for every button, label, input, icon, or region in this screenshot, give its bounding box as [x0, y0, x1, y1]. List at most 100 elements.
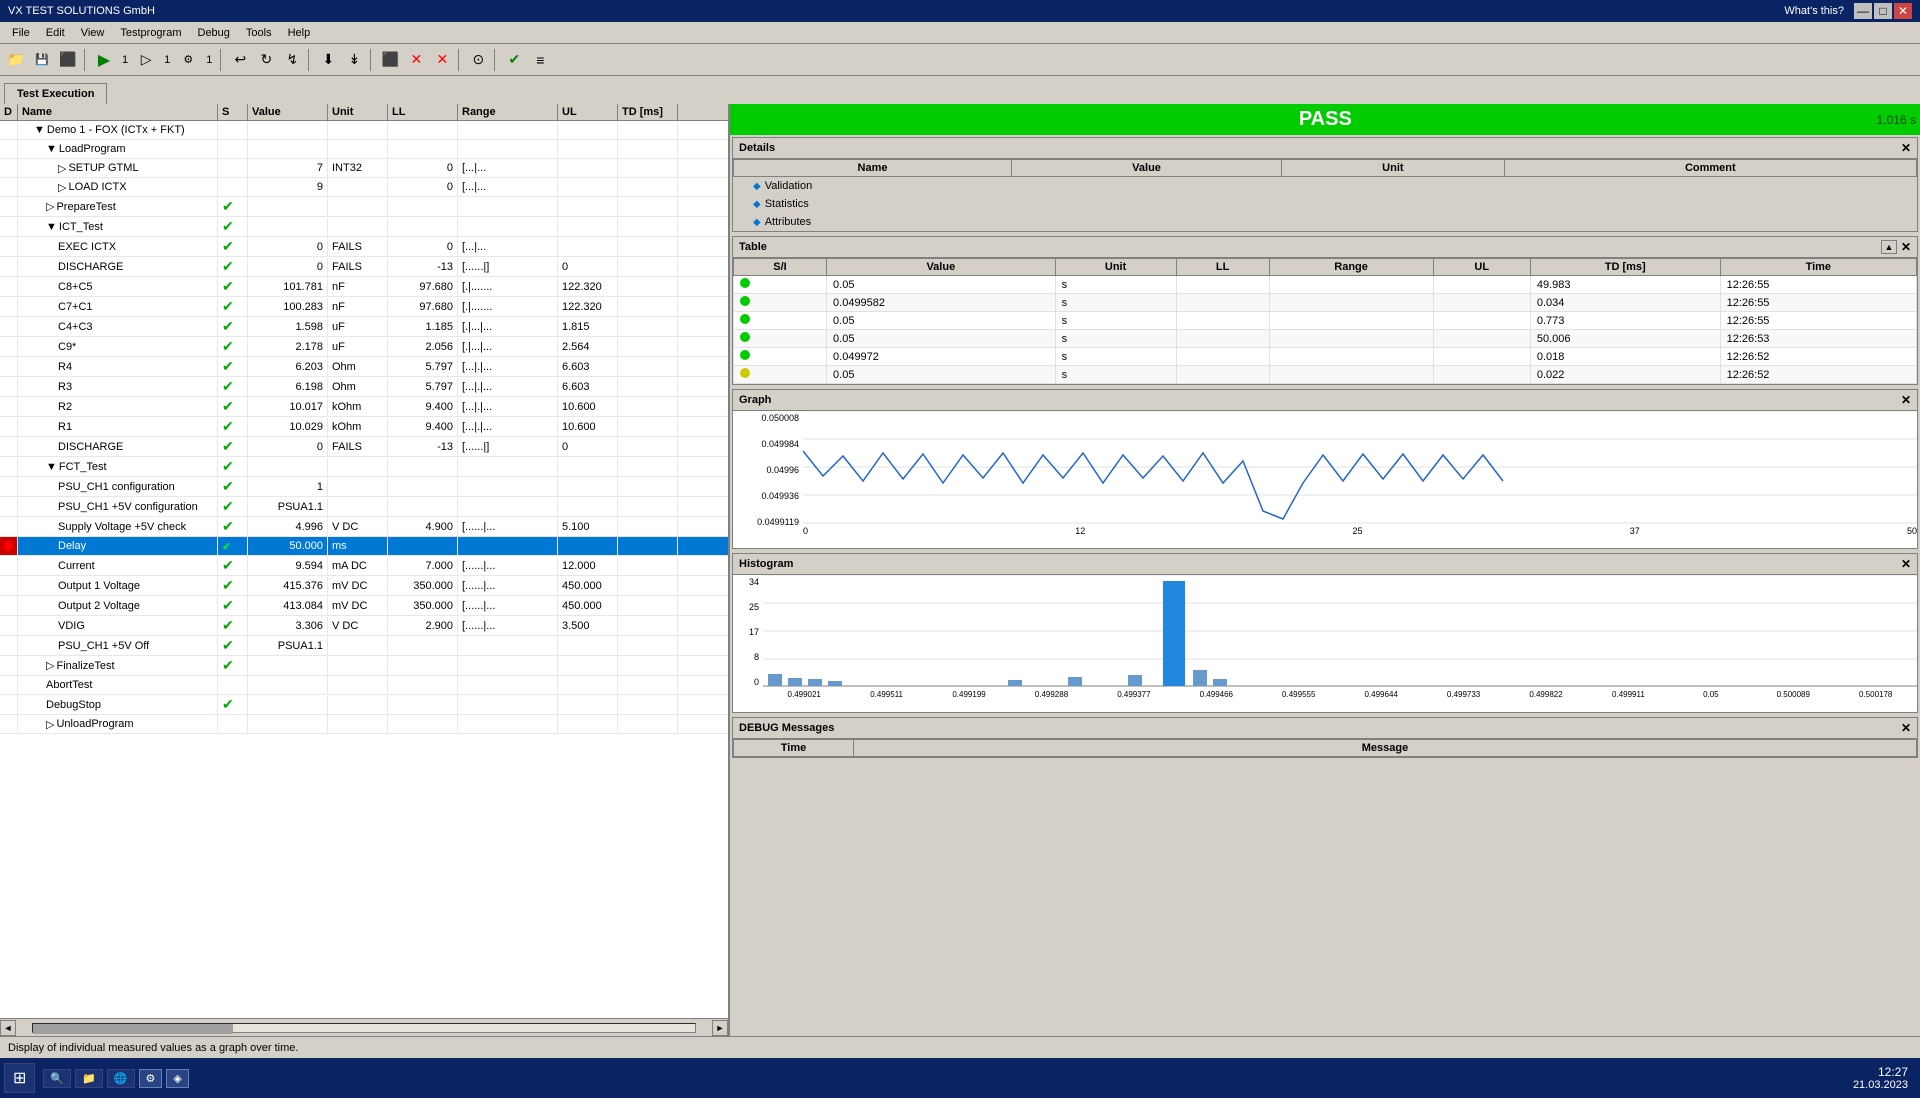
tb-undo-button[interactable]: ↩: [228, 48, 252, 72]
tb-reset-button[interactable]: ↯: [280, 48, 304, 72]
taskbar-chrome[interactable]: 🌐: [107, 1069, 135, 1088]
table-row[interactable]: DebugStop ✔: [0, 695, 728, 715]
tb-redo-button[interactable]: ↻: [254, 48, 278, 72]
table-row[interactable]: C7+C1 ✔ 100.283 nF 97.680 [.|....... 122…: [0, 297, 728, 317]
table-row[interactable]: ▼ LoadProgram: [0, 140, 728, 159]
tb-play-button[interactable]: ▶: [92, 48, 116, 72]
tb-cancel2-button[interactable]: ✕: [430, 48, 454, 72]
table-row[interactable]: C4+C3 ✔ 1.598 uF 1.185 [.|...|... 1.815: [0, 317, 728, 337]
menu-tools[interactable]: Tools: [238, 25, 280, 41]
pass-time: 1.016 s: [1877, 113, 1916, 127]
debug-title: DEBUG Messages: [739, 722, 834, 734]
list-item[interactable]: 0.049972 s 0.018 12:26:52: [734, 348, 1917, 366]
table-row[interactable]: R1 ✔ 10.029 kOhm 9.400 [...|.|... 10.600: [0, 417, 728, 437]
taskbar-file-explorer[interactable]: 📁: [75, 1069, 103, 1088]
table-row[interactable]: ▼ Demo 1 - FOX (ICTx + FKT): [0, 121, 728, 140]
table-row[interactable]: DISCHARGE ✔ 0 FAILS -13 [......|] 0: [0, 257, 728, 277]
graph-area: 0 12 25 37 50: [803, 411, 1917, 541]
details-row-statistics[interactable]: ◆ Statistics: [733, 195, 1917, 213]
cell-s: ✔: [218, 437, 248, 456]
table-row[interactable]: Current ✔ 9.594 mA DC 7.000 [......|... …: [0, 556, 728, 576]
table-row-delay[interactable]: Delay ✔ 50.000 ms: [0, 537, 728, 556]
list-item[interactable]: 0.05 s 50.006 12:26:53: [734, 330, 1917, 348]
tb-check-button[interactable]: ✔: [502, 48, 526, 72]
table-row[interactable]: C8+C5 ✔ 101.781 nF 97.680 [.|....... 122…: [0, 277, 728, 297]
tb-open-button[interactable]: 📁: [4, 48, 28, 72]
tb-cancel-button[interactable]: ✕: [404, 48, 428, 72]
table-scroll-up-button[interactable]: ▲: [1881, 240, 1897, 254]
table-row[interactable]: ▷ SETUP GTML 7 INT32 0 [...|...: [0, 159, 728, 178]
table-row[interactable]: ▷ FinalizeTest ✔: [0, 656, 728, 676]
table-row[interactable]: ▷ LOAD ICTX 9 0 [...|...: [0, 178, 728, 197]
table-row[interactable]: ▼ ICT_Test ✔: [0, 217, 728, 237]
scroll-right-button[interactable]: ►: [712, 1020, 728, 1036]
list-item[interactable]: 0.05 s 49.983 12:26:55: [734, 276, 1917, 294]
cell-ul: 6.603: [558, 378, 618, 396]
table-row[interactable]: PSU_CH1 +5V Off ✔ PSUA1.1: [0, 636, 728, 656]
tb-down-button[interactable]: ⬇: [316, 48, 340, 72]
tb-menu-button[interactable]: ≡: [528, 48, 552, 72]
list-item[interactable]: 0.05 s 0.022 12:26:52: [734, 366, 1917, 384]
tb-step-button[interactable]: ▷: [134, 48, 158, 72]
scroll-thumb[interactable]: [33, 1024, 233, 1034]
taskbar-app1[interactable]: ⚙: [139, 1069, 163, 1088]
table-row[interactable]: VDIG ✔ 3.306 V DC 2.900 [......|... 3.50…: [0, 616, 728, 636]
table-row[interactable]: Output 1 Voltage ✔ 415.376 mV DC 350.000…: [0, 576, 728, 596]
details-columns-table: Name Value Unit Comment: [733, 159, 1917, 177]
expand-icon[interactable]: ▼: [34, 124, 45, 136]
table-row[interactable]: PSU_CH1 configuration ✔ 1: [0, 477, 728, 497]
tb-stop-button[interactable]: ⬛: [56, 48, 80, 72]
table-row[interactable]: PSU_CH1 +5V configuration ✔ PSUA1.1: [0, 497, 728, 517]
details-close-button[interactable]: ✕: [1901, 141, 1911, 155]
menu-testprogram[interactable]: Testprogram: [112, 25, 189, 41]
table-row[interactable]: Output 2 Voltage ✔ 413.084 mV DC 350.000…: [0, 596, 728, 616]
table-close-button[interactable]: ✕: [1901, 240, 1911, 254]
menu-help[interactable]: Help: [280, 25, 319, 41]
menu-file[interactable]: File: [4, 25, 38, 41]
tb-config-button[interactable]: ⚙: [176, 48, 200, 72]
menu-debug[interactable]: Debug: [190, 25, 238, 41]
tb-save-button[interactable]: 💾: [30, 48, 54, 72]
table-row[interactable]: R4 ✔ 6.203 Ohm 5.797 [...|.|... 6.603: [0, 357, 728, 377]
table-row[interactable]: DISCHARGE ✔ 0 FAILS -13 [......|] 0: [0, 437, 728, 457]
table-row[interactable]: ▷ PrepareTest ✔: [0, 197, 728, 217]
close-button[interactable]: ✕: [1894, 3, 1912, 19]
td-ul: [1433, 276, 1530, 294]
scroll-left-button[interactable]: ◄: [0, 1020, 16, 1036]
table-row[interactable]: R3 ✔ 6.198 Ohm 5.797 [...|.|... 6.603: [0, 377, 728, 397]
td-range: [1269, 330, 1433, 348]
table-row[interactable]: R2 ✔ 10.017 kOhm 9.400 [...|.|... 10.600: [0, 397, 728, 417]
td-value: 0.0499582: [827, 294, 1056, 312]
tb-circle-button[interactable]: ⊙: [466, 48, 490, 72]
horizontal-scrollbar[interactable]: ◄ ►: [0, 1018, 728, 1036]
debug-close-button[interactable]: ✕: [1901, 721, 1911, 735]
cell-s: ✔: [218, 556, 248, 575]
menu-view[interactable]: View: [73, 25, 113, 41]
table-row[interactable]: ▼ FCT_Test ✔: [0, 457, 728, 477]
details-row-validation[interactable]: ◆ Validation: [733, 177, 1917, 195]
table-row[interactable]: AbortTest: [0, 676, 728, 695]
maximize-button[interactable]: □: [1874, 3, 1892, 19]
cell-name: Output 1 Voltage: [18, 577, 218, 595]
scroll-track[interactable]: [32, 1023, 696, 1033]
table-row[interactable]: ▷ UnloadProgram: [0, 715, 728, 734]
tab-test-execution[interactable]: Test Execution: [4, 83, 107, 104]
td-ul: [1433, 348, 1530, 366]
list-item[interactable]: 0.0499582 s 0.034 12:26:55: [734, 294, 1917, 312]
menu-edit[interactable]: Edit: [38, 25, 73, 41]
table-row[interactable]: EXEC ICTX ✔ 0 FAILS 0 [...|...: [0, 237, 728, 257]
start-button[interactable]: ⊞: [4, 1063, 35, 1093]
whatsthis-button[interactable]: What's this?: [1776, 5, 1852, 17]
cell-td: [618, 178, 678, 196]
taskbar-app2[interactable]: ◈: [166, 1069, 188, 1088]
tb-down2-button[interactable]: ↡: [342, 48, 366, 72]
table-row[interactable]: Supply Voltage +5V check ✔ 4.996 V DC 4.…: [0, 517, 728, 537]
tb-stop2-button[interactable]: ⬛: [378, 48, 402, 72]
graph-close-button[interactable]: ✕: [1901, 393, 1911, 407]
list-item[interactable]: 0.05 s 0.773 12:26:55: [734, 312, 1917, 330]
details-row-attributes[interactable]: ◆ Attributes: [733, 213, 1917, 231]
histogram-close-button[interactable]: ✕: [1901, 557, 1911, 571]
table-row[interactable]: C9* ✔ 2.178 uF 2.056 [.|...|... 2.564: [0, 337, 728, 357]
taskbar-search[interactable]: 🔍: [43, 1069, 71, 1088]
minimize-button[interactable]: —: [1854, 3, 1872, 19]
